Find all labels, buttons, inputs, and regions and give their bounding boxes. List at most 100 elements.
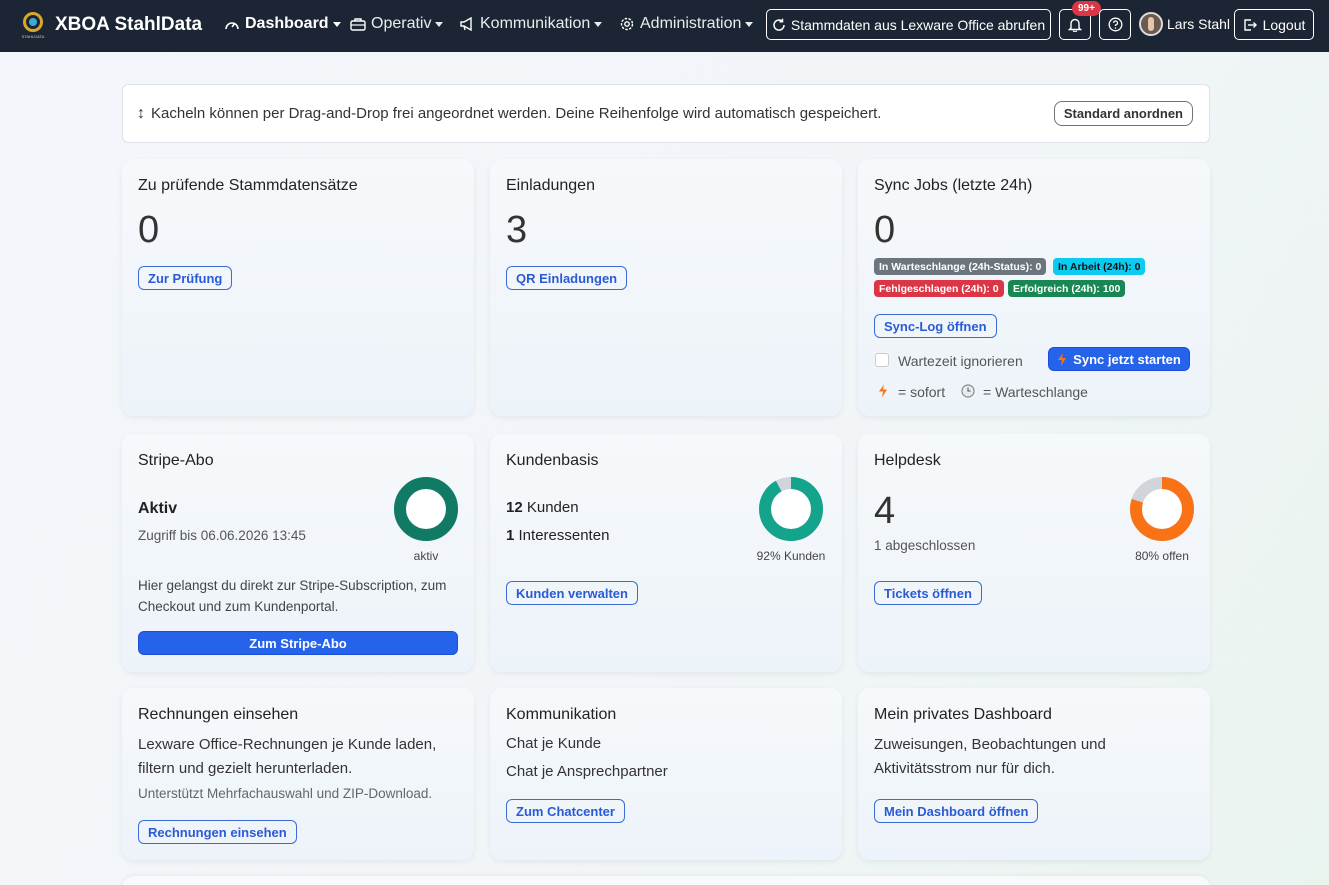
leads-label: Interessenten <box>518 527 610 544</box>
card-review-title: Zu prüfende Stammdatensätze <box>138 177 358 194</box>
card-communication-title: Kommunikation <box>506 706 617 723</box>
stripe-access-until: Zugriff bis 06.06.2026 13:45 <box>138 528 306 543</box>
nav-administration-label: Administration <box>640 15 742 32</box>
legend-queue: = Warteschlange <box>983 384 1088 400</box>
helpdesk-donut-label: 80% offen <box>1135 549 1189 563</box>
avatar <box>1139 12 1163 36</box>
gauge-icon <box>225 22 239 30</box>
leads-line: 1 Interessenten <box>506 527 609 544</box>
bolt-icon <box>1058 352 1067 366</box>
nav-administration[interactable]: Administration <box>619 15 754 33</box>
invoices-sub: Unterstützt Mehrfachauswahl und ZIP-Down… <box>138 786 433 801</box>
drag-drop-info-text: Kacheln können per Drag-and-Drop frei an… <box>151 105 882 122</box>
nav-kommunikation[interactable]: Kommunikation <box>459 15 603 33</box>
tag-working: In Arbeit (24h): 0 <box>1053 258 1146 275</box>
user-name: Lars Stahl <box>1167 16 1231 32</box>
card-private-title: Mein privates Dashboard <box>874 706 1052 723</box>
leads-count: 1 <box>506 527 515 544</box>
briefcase-icon <box>350 18 366 31</box>
invoices-text: Lexware Office-Rechnungen je Kunde laden… <box>138 736 437 777</box>
card-stripe[interactable]: Stripe-Abo Aktiv Zugriff bis 06.06.2026 … <box>122 434 474 672</box>
card-invites-value: 3 <box>506 209 528 251</box>
brand-logo: STAHLDATA <box>19 10 47 40</box>
nav-dashboard-label: Dashboard <box>245 15 329 32</box>
customers-donut <box>759 477 823 541</box>
chevron-down-icon <box>594 21 603 27</box>
card-invites[interactable]: Einladungen 3 QR Einladungen <box>490 159 842 416</box>
chevron-down-icon <box>435 21 444 27</box>
refresh-icon <box>773 18 785 31</box>
manage-customers-button[interactable]: Kunden verwalten <box>506 581 638 605</box>
chevron-down-icon <box>745 21 754 27</box>
start-sync-label: Sync jetzt starten <box>1073 351 1181 367</box>
ignore-wait-checkbox[interactable] <box>875 353 889 367</box>
bell-icon <box>1068 18 1082 32</box>
helpdesk-closed: 1 abgeschlossen <box>874 538 976 553</box>
helpdesk-open-count: 4 <box>874 490 896 532</box>
up-down-arrow-icon: ↕ <box>137 104 145 122</box>
card-review-value: 0 <box>138 209 160 251</box>
chat-center-button[interactable]: Zum Chatcenter <box>506 799 625 823</box>
open-my-dashboard-button[interactable]: Mein Dashboard öffnen <box>874 799 1039 823</box>
user-menu[interactable]: Lars Stahl <box>1139 12 1230 36</box>
brand[interactable]: STAHLDATA XBOA StahlData <box>19 10 202 40</box>
comm-line-contact: Chat je Ansprechpartner <box>506 763 668 780</box>
review-button[interactable]: Zur Prüfung <box>138 266 233 290</box>
logout-icon <box>1243 18 1257 31</box>
view-invoices-button[interactable]: Rechnungen einsehen <box>138 820 297 844</box>
legend-now: = sofort <box>898 384 946 400</box>
stripe-subscription-button[interactable]: Zum Stripe-Abo <box>138 631 458 655</box>
notification-count-badge: 99+ <box>1072 1 1101 16</box>
stripe-donut <box>394 477 458 541</box>
card-customers-title: Kundenbasis <box>506 452 599 469</box>
customers-donut-label: 92% Kunden <box>756 549 826 563</box>
card-invoices[interactable]: Rechnungen einsehen Lexware Office-Rechn… <box>122 688 474 860</box>
comm-line-customer: Chat je Kunde <box>506 735 602 752</box>
ignore-wait-label: Wartezeit ignorieren <box>898 353 1023 369</box>
sync-masterdata-button[interactable]: Stammdaten aus Lexware Office abrufen <box>766 9 1051 40</box>
qr-invites-button[interactable]: QR Einladungen <box>506 266 628 290</box>
help-button[interactable] <box>1099 9 1131 40</box>
card-review[interactable]: Zu prüfende Stammdatensätze 0 Zur Prüfun… <box>122 159 474 416</box>
private-text: Zuweisungen, Beobachtungen und Aktivität… <box>874 736 1106 777</box>
megaphone-icon <box>460 17 472 31</box>
bolt-icon <box>879 384 887 398</box>
sync-log-button[interactable]: Sync-Log öffnen <box>874 314 997 338</box>
card-invites-title: Einladungen <box>506 177 595 194</box>
logout-button[interactable]: Logout <box>1234 9 1314 40</box>
logout-label: Logout <box>1262 16 1306 33</box>
card-sync-value: 0 <box>874 209 896 251</box>
next-card-edge <box>122 876 1210 885</box>
nav-dashboard[interactable]: Dashboard <box>224 15 341 33</box>
customers-count: 12 <box>506 499 523 516</box>
stripe-status: Aktiv <box>138 500 178 517</box>
open-tickets-button[interactable]: Tickets öffnen <box>874 581 982 605</box>
customers-label: Kunden <box>526 499 579 516</box>
brand-logo-text: STAHLDATA <box>21 34 45 39</box>
card-customers[interactable]: Kundenbasis 12 Kunden 1 Interessenten 92… <box>490 434 842 672</box>
nav-operativ-label: Operativ <box>371 15 432 32</box>
card-stripe-title: Stripe-Abo <box>138 452 214 469</box>
clock-icon <box>961 384 975 398</box>
tag-queued: In Warteschlange (24h-Status): 0 <box>874 258 1047 275</box>
nav-kommunikation-label: Kommunikation <box>480 15 591 32</box>
card-communication[interactable]: Kommunikation Chat je Kunde Chat je Ansp… <box>490 688 842 860</box>
chevron-down-icon <box>332 21 341 27</box>
nav-operativ[interactable]: Operativ <box>350 15 444 33</box>
start-sync-button[interactable]: Sync jetzt starten <box>1048 347 1190 371</box>
top-navbar: STAHLDATA XBOA StahlData Dashboard Opera… <box>0 0 1329 52</box>
gear-icon <box>620 17 634 31</box>
sync-masterdata-label: Stammdaten aus Lexware Office abrufen <box>790 16 1046 33</box>
tag-success: Erfolgreich (24h): 100 <box>1008 280 1126 297</box>
card-helpdesk[interactable]: Helpdesk 4 1 abgeschlossen 80% offen Tic… <box>858 434 1210 672</box>
stripe-donut-label: aktiv <box>413 549 439 563</box>
brand-name: XBOA StahlData <box>55 14 203 35</box>
drag-drop-info-bar: ↕ Kacheln können per Drag-and-Drop frei … <box>122 84 1210 143</box>
reset-layout-button[interactable]: Standard anordnen <box>1053 101 1193 126</box>
customers-line: 12 Kunden <box>506 499 579 516</box>
tag-failed: Fehlgeschlagen (24h): 0 <box>874 280 1004 297</box>
question-circle-icon <box>1108 17 1122 32</box>
card-private-dashboard[interactable]: Mein privates Dashboard Zuweisungen, Beo… <box>858 688 1210 860</box>
card-sync-jobs[interactable]: Sync Jobs (letzte 24h) 0 In Warteschlang… <box>858 159 1210 416</box>
stripe-description: Hier gelangst du direkt zur Stripe-Subsc… <box>138 578 447 614</box>
